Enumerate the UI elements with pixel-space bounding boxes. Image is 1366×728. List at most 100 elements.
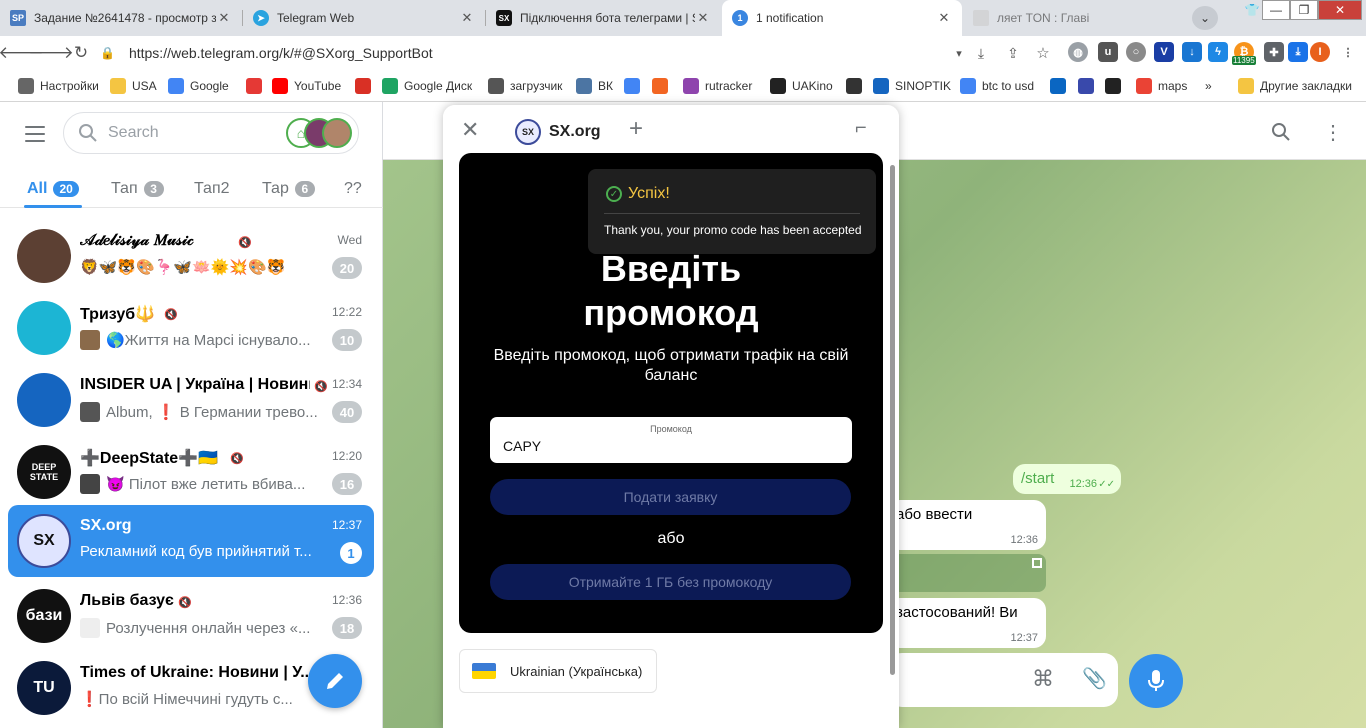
- bookmark-item[interactable]: [355, 77, 377, 95]
- bookmark-item[interactable]: USA: [110, 77, 157, 95]
- close-window-icon[interactable]: ✕: [1318, 0, 1362, 20]
- globe-extension-icon[interactable]: ◍: [1068, 42, 1088, 62]
- webapp-tab[interactable]: SX SX.org: [501, 111, 619, 153]
- tab-search-chevron-icon[interactable]: ⌄: [1192, 6, 1218, 30]
- incoming-message[interactable]: або ввести 12:36: [888, 500, 1046, 550]
- ublock-extension-icon[interactable]: u: [1098, 42, 1118, 62]
- close-tab-icon[interactable]: ✕: [459, 10, 475, 26]
- muted-icon: 🔇: [314, 381, 328, 393]
- bookmark-item[interactable]: [1105, 77, 1127, 95]
- close-tab-icon[interactable]: ✕: [695, 10, 711, 26]
- chat-time: Wed: [337, 233, 362, 247]
- other-bookmarks[interactable]: Другие закладки: [1238, 77, 1352, 95]
- browser-tab-4-active[interactable]: 1 1 notification ✕: [722, 0, 962, 36]
- bookmark-label: btc to usd: [982, 79, 1035, 93]
- folder-tab-all[interactable]: All 20: [27, 170, 79, 208]
- chat-list-item[interactable]: SX SX.org 12:37 Рекламний код був прийнятий…: [8, 505, 374, 577]
- submit-button[interactable]: Подати заявку: [490, 479, 851, 515]
- incoming-message[interactable]: застосований! Ви 12:37: [888, 598, 1046, 648]
- minimize-icon[interactable]: —: [1262, 0, 1290, 20]
- share-icon[interactable]: ⇪: [998, 38, 1028, 68]
- bookmark-item[interactable]: [846, 77, 868, 95]
- browser-menu-icon[interactable]: ⋮: [1338, 42, 1358, 62]
- bookmark-item[interactable]: [246, 77, 268, 95]
- close-tab-icon[interactable]: ✕: [936, 10, 952, 26]
- promo-code-input[interactable]: Промокод CAPY: [490, 417, 852, 463]
- bookmark-label: YouTube: [294, 79, 342, 93]
- new-message-button[interactable]: [308, 654, 362, 708]
- restore-icon[interactable]: ❐: [1290, 0, 1318, 20]
- forward-arrow-icon[interactable]: 🡒: [28, 38, 74, 68]
- lightning-extension-icon[interactable]: ϟ: [1208, 42, 1228, 62]
- bookmark-label: SINOPTIK: [895, 79, 952, 93]
- url-bar[interactable]: 🔒 https://web.telegram.org/k/#@SXorg_Sup…: [100, 40, 980, 66]
- reload-icon[interactable]: ↻: [66, 38, 96, 68]
- bookmark-item[interactable]: [1050, 77, 1072, 95]
- webapp-scrollbar[interactable]: [890, 165, 895, 675]
- avatar: [17, 301, 71, 355]
- folder-tab-tar[interactable]: Тар 6: [262, 170, 315, 208]
- chat-list-item[interactable]: 𝒜𝒹𝑒𝓁𝒾𝓈𝒾𝓎𝒶 𝑀𝓊𝓈𝒾𝒸 🔇 Wed 🦁🦋🐯🎨🦩🦋🪷🌞💥🎨🐯 20: [8, 220, 374, 292]
- outgoing-message[interactable]: /start 12:36 ✓✓: [1013, 464, 1121, 494]
- attach-icon[interactable]: 📎: [1082, 666, 1107, 691]
- bookmark-item[interactable]: [652, 77, 674, 95]
- browser-tab-2[interactable]: ➤ Telegram Web ✕: [243, 0, 485, 36]
- bookmark-item[interactable]: загрузчик: [488, 77, 562, 95]
- bookmarks-overflow-icon[interactable]: »: [1205, 77, 1212, 95]
- browser-tab-5[interactable]: ляет TON : Главі: [963, 0, 1153, 36]
- more-options-icon[interactable]: ⋮: [1323, 120, 1343, 145]
- bookmark-item[interactable]: SINOPTIK: [873, 77, 951, 95]
- stories-avatars[interactable]: ⌂: [286, 118, 352, 148]
- bookmark-item[interactable]: UAKino: [770, 77, 833, 95]
- hamburger-menu-icon[interactable]: [22, 124, 48, 144]
- bookmark-item[interactable]: Настройки: [18, 77, 99, 95]
- bookmark-star-icon[interactable]: ☆: [1028, 38, 1058, 68]
- v-extension-icon[interactable]: V: [1154, 42, 1174, 62]
- browser-tab-strip: SP Задание №2641478 - просмотр з ✕ ➤ Tel…: [0, 0, 1366, 36]
- browser-tab-1[interactable]: SP Задание №2641478 - просмотр з ✕: [0, 0, 242, 36]
- collapse-icon[interactable]: ⌐: [855, 117, 867, 140]
- chat-list-item[interactable]: DEEP STATE ➕DeepState➕🇺🇦 🔇 12:20 😈 Пілот вже…: [8, 436, 374, 508]
- message-composer[interactable]: ⌘ 📎: [888, 653, 1118, 707]
- search-input[interactable]: Search ⌂: [63, 112, 359, 154]
- chat-last-message: 🦁🦋🐯🎨🦩🦋🪷🌞💥🎨🐯: [80, 258, 328, 276]
- close-tab-icon[interactable]: ✕: [216, 10, 232, 26]
- downloads-icon[interactable]: ⤓: [1288, 42, 1308, 62]
- folder-tab-tap2[interactable]: Тап2: [194, 170, 230, 208]
- webapp-body: ✓ Успіх! Thank you, your promo code has b…: [443, 153, 899, 728]
- download-extension-icon[interactable]: ↓: [1182, 42, 1202, 62]
- folder-tab-more[interactable]: ??: [344, 170, 362, 208]
- bookmark-item[interactable]: [1078, 77, 1100, 95]
- bookmark-item[interactable]: YouTube: [272, 77, 341, 95]
- profile-avatar[interactable]: I: [1310, 42, 1330, 62]
- free-trial-button[interactable]: Отримайте 1 ГБ без промокоду: [490, 564, 851, 600]
- folder-icon: [110, 78, 126, 94]
- chat-time: 12:22: [331, 305, 362, 319]
- bookmark-item[interactable]: Google Диск: [382, 77, 472, 95]
- bookmark-item[interactable]: maps: [1136, 77, 1187, 95]
- chat-list-item[interactable]: бази Львів базує 🔇 12:36 Розлучення онлайн ч…: [8, 580, 374, 652]
- telegram-favicon-icon: ➤: [253, 10, 269, 26]
- install-icon[interactable]: ⤓: [966, 38, 996, 68]
- bookmark-label: ВК: [598, 79, 613, 93]
- voice-record-button[interactable]: [1129, 654, 1183, 708]
- story-avatar[interactable]: [322, 118, 352, 148]
- chat-list-item[interactable]: Тризуб🔱 🔇 12:22 🌎Життя на Марсі існувало...…: [8, 292, 374, 364]
- folder-tab-tap[interactable]: Тап 3: [111, 170, 164, 208]
- bookmark-item[interactable]: btc to usd: [960, 77, 1034, 95]
- close-webapp-icon[interactable]: ✕: [461, 117, 479, 143]
- bookmark-item[interactable]: ВК: [576, 77, 613, 95]
- puzzle-extensions-icon[interactable]: ✚: [1264, 42, 1284, 62]
- inline-keyboard-button[interactable]: [888, 554, 1046, 592]
- bookmark-item[interactable]: [624, 77, 646, 95]
- chat-list-item[interactable]: INSIDER UA | Україна | Новини 🔇 12:34 Album…: [8, 364, 374, 436]
- command-icon[interactable]: ⌘: [1032, 666, 1054, 692]
- message-preview-text: ❗По всій Німеччині гудуть с...: [80, 691, 293, 708]
- browser-tab-3[interactable]: SX Підключення бота телеграми | SX ✕: [486, 0, 721, 36]
- bookmark-item[interactable]: Google: [168, 77, 229, 95]
- add-tab-icon[interactable]: +: [629, 115, 643, 143]
- search-icon[interactable]: [1271, 122, 1291, 142]
- language-selector[interactable]: Ukrainian (Українська): [459, 649, 657, 693]
- bookmark-item[interactable]: rutracker: [683, 77, 752, 95]
- circle-extension-icon[interactable]: ○: [1126, 42, 1146, 62]
